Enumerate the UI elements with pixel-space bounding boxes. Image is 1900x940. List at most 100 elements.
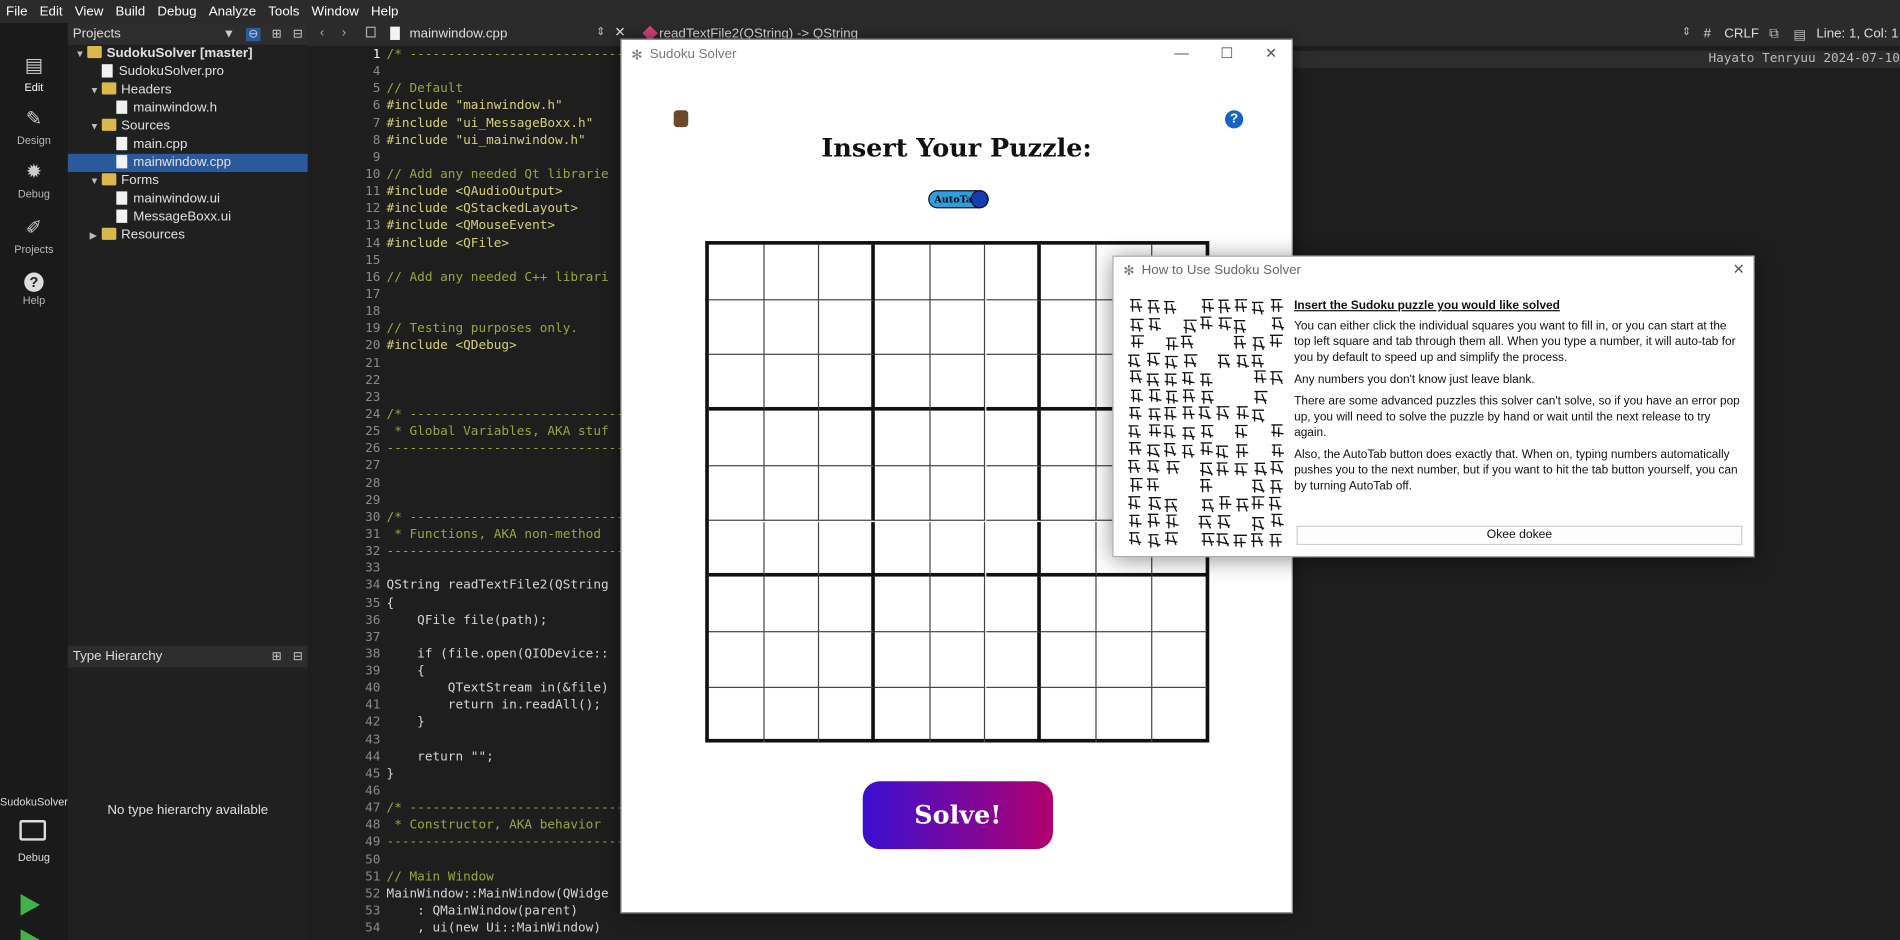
close-icon[interactable]: ✕ (1733, 260, 1745, 277)
sudoku-cell[interactable] (764, 466, 820, 522)
menu-edit[interactable]: Edit (34, 4, 69, 19)
menu-debug[interactable]: Debug (151, 4, 202, 19)
menu-build[interactable]: Build (109, 4, 151, 19)
menu-analyze[interactable]: Analyze (203, 4, 263, 19)
sudoku-cell[interactable] (764, 576, 820, 633)
type-hierarchy-title[interactable]: Type Hierarchy (73, 649, 163, 664)
sudoku-cell[interactable] (930, 300, 986, 356)
sudoku-cell[interactable] (764, 632, 820, 688)
code-editor[interactable]: /* ----------------------------- // Defau… (387, 46, 629, 940)
sudoku-cell[interactable] (1041, 576, 1097, 633)
sudoku-cell[interactable] (930, 410, 986, 467)
sudoku-cell[interactable] (764, 687, 820, 743)
sudoku-cell[interactable] (1152, 688, 1207, 743)
mode-edit[interactable]: ▤ Edit (0, 55, 68, 94)
autotab-toggle[interactable]: AutoTab (928, 190, 989, 209)
sudoku-cell[interactable] (930, 466, 986, 522)
sudoku-cell[interactable] (985, 576, 1042, 633)
sudoku-cell[interactable] (708, 244, 765, 301)
menu-help[interactable]: Help (365, 4, 405, 19)
sudoku-cell[interactable] (985, 410, 1042, 467)
minimize-icon[interactable]: — (1174, 45, 1189, 62)
close-pane-icon[interactable]: ⊟ (293, 650, 303, 663)
close-document-icon[interactable]: ✕ (614, 24, 625, 40)
forward-icon[interactable]: › (342, 25, 346, 40)
sudoku-cell[interactable] (1096, 632, 1152, 688)
sudoku-cell[interactable] (708, 466, 765, 522)
sudoku-cell[interactable] (874, 355, 931, 411)
sudoku-cell[interactable] (985, 300, 1042, 356)
link-icon[interactable]: ⊖ (245, 27, 261, 41)
split-icon[interactable]: ⊞ (272, 650, 282, 663)
tree-item[interactable]: MessageBoxx.ui (68, 208, 308, 226)
sudoku-cell[interactable] (930, 355, 986, 411)
sudoku-cell[interactable] (985, 244, 1042, 301)
help-icon[interactable]: ? (1225, 110, 1244, 129)
tree-item[interactable]: SudokuSolver.pro (68, 63, 308, 81)
sudoku-cell[interactable] (709, 687, 765, 743)
sudoku-cell[interactable] (1041, 355, 1097, 411)
expand-arrow-icon[interactable]: ▶ (90, 227, 102, 245)
sudoku-cell[interactable] (708, 355, 765, 411)
tree-item[interactable]: mainwindow.h (68, 99, 308, 117)
character-icon[interactable] (673, 110, 689, 128)
sudoku-cell[interactable] (819, 410, 875, 467)
sudoku-cell[interactable] (985, 466, 1042, 522)
sudoku-cell[interactable] (930, 576, 986, 633)
collapse-arrow-icon[interactable]: ▼ (90, 81, 102, 99)
tree-item[interactable]: ▼ SudokuSolver [master] (68, 45, 308, 63)
menu-view[interactable]: View (69, 4, 110, 19)
solve-button[interactable]: Solve! (862, 781, 1053, 850)
tree-item[interactable]: ▼ Forms (68, 172, 308, 190)
sudoku-cell[interactable] (819, 300, 875, 356)
sudoku-cell[interactable] (708, 632, 765, 688)
mode-debug[interactable]: ✹ Debug (0, 161, 68, 200)
sudoku-cell[interactable] (819, 521, 875, 577)
sudoku-cell[interactable] (708, 410, 765, 467)
sudoku-cell[interactable] (1096, 687, 1152, 743)
tree-item[interactable]: mainwindow.ui (68, 190, 308, 208)
sudoku-cell[interactable] (764, 521, 820, 577)
cursor-position[interactable]: Line: 1, Col: 1 (1816, 27, 1898, 42)
collapse-arrow-icon[interactable]: ▼ (75, 45, 87, 63)
line-ending-combo[interactable]: CRLF (1724, 27, 1759, 42)
collapse-arrow-icon[interactable]: ▼ (90, 172, 102, 190)
sudoku-cell[interactable] (1151, 632, 1208, 688)
sudoku-cell[interactable] (1041, 410, 1097, 467)
sudoku-cell[interactable] (875, 687, 931, 743)
menu-file[interactable]: File (0, 4, 34, 19)
sudoku-cell[interactable] (820, 687, 875, 743)
mode-projects[interactable]: ✐ Projects (0, 217, 68, 256)
menu-tools[interactable]: Tools (262, 4, 305, 19)
sudoku-cell[interactable] (1041, 687, 1097, 743)
monitor-icon[interactable] (19, 820, 47, 841)
collapse-arrow-icon[interactable]: ▼ (90, 117, 102, 135)
sudoku-cell[interactable] (985, 521, 1042, 577)
open-document-combo[interactable]: mainwindow.cpp (410, 27, 508, 42)
sudoku-cell[interactable] (764, 410, 820, 467)
split-icon[interactable]: ⊞ (272, 27, 282, 40)
sudoku-cell[interactable] (819, 576, 875, 633)
sudoku-cell[interactable] (1041, 466, 1097, 522)
tree-item[interactable]: ▼ Headers (68, 81, 308, 99)
sudoku-cell[interactable] (930, 244, 986, 301)
document-icon[interactable]: ▤ (1793, 27, 1806, 43)
sudoku-cell[interactable] (708, 300, 765, 356)
debug-run-icon[interactable] (20, 929, 40, 940)
run-icon[interactable] (20, 893, 40, 916)
sudoku-cell[interactable] (1041, 632, 1097, 688)
sudoku-cell[interactable] (874, 632, 931, 688)
sudoku-cell[interactable] (1041, 521, 1097, 577)
tree-item[interactable]: ▼ Sources (68, 117, 308, 135)
sudoku-cell[interactable] (1041, 300, 1097, 356)
encoding-icon[interactable]: ⧉ (1769, 27, 1779, 43)
tree-item[interactable]: mainwindow.cpp (67, 153, 308, 173)
sudoku-cell[interactable] (986, 687, 1042, 743)
okee-dokee-button[interactable]: Okee dokee (1296, 525, 1743, 546)
sudoku-cell[interactable] (874, 576, 931, 633)
sudoku-cell[interactable] (819, 466, 875, 522)
sudoku-cell[interactable] (1041, 244, 1097, 301)
maximize-icon[interactable]: ☐ (1220, 45, 1233, 62)
filter-icon[interactable]: ▼ (223, 27, 235, 40)
projects-title[interactable]: Projects (73, 27, 121, 42)
